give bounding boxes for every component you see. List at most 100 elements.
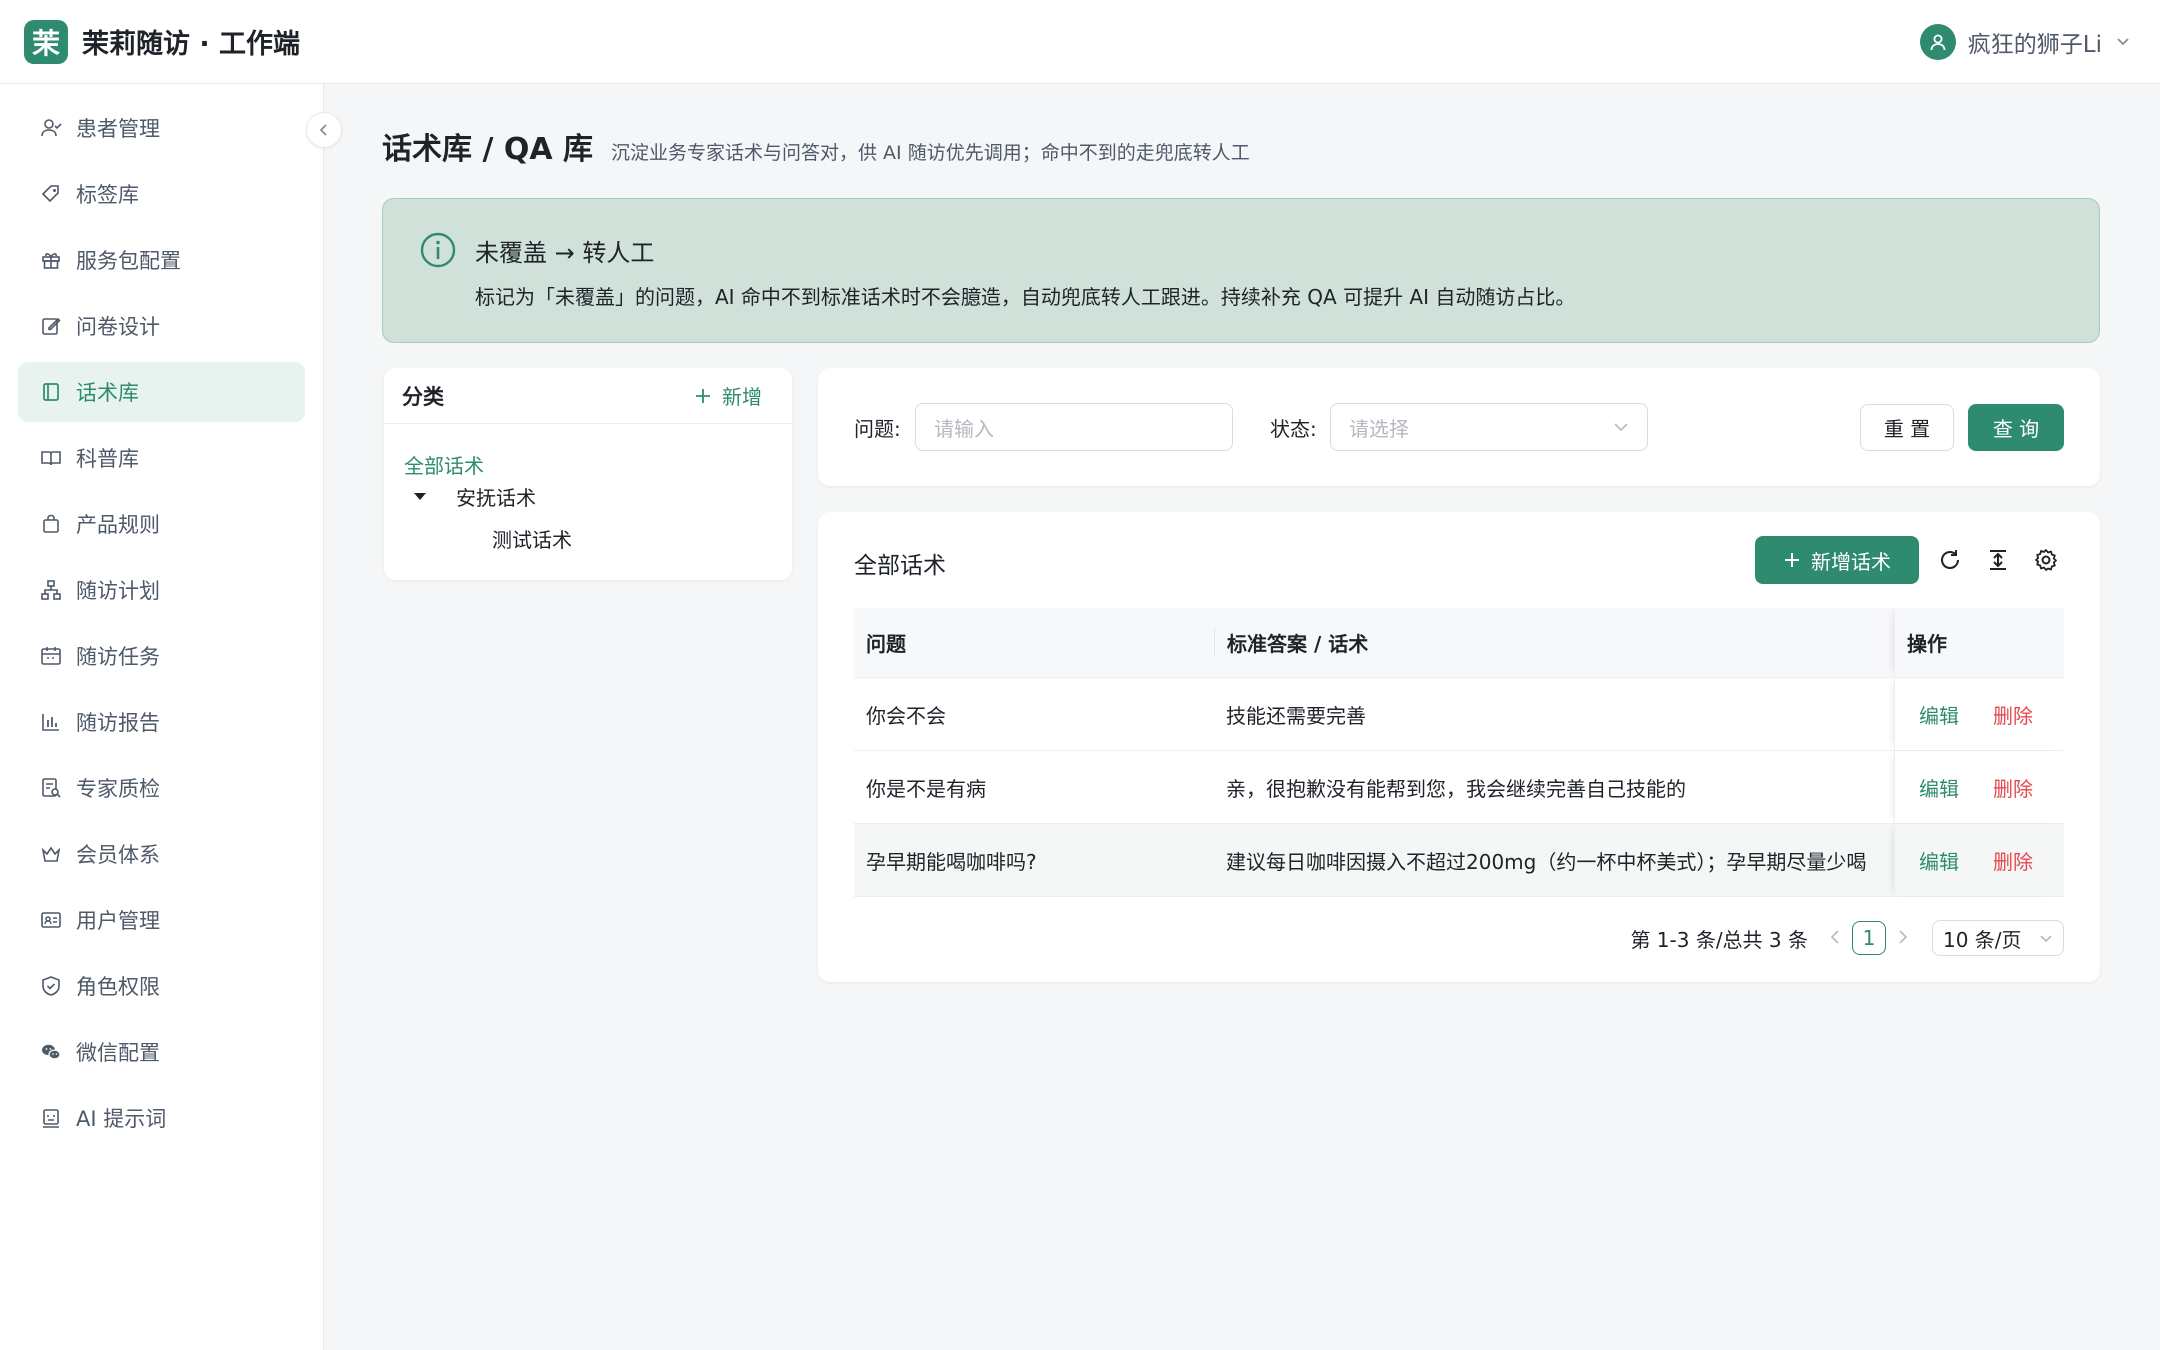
question-placeholder: 请输入	[934, 416, 994, 441]
question-label: 问题:	[854, 417, 901, 441]
add-category-button[interactable]: 新增	[694, 381, 774, 410]
edit-icon	[42, 317, 61, 335]
wechat-icon	[42, 1044, 61, 1060]
sidebar-item-patients[interactable]: 患者管理	[18, 98, 305, 158]
top-header: 茉 茉莉随访 · 工作端 疯狂的狮子Li	[0, 0, 2160, 84]
page-number-current[interactable]: 1	[1852, 921, 1886, 955]
column-header-actions: 操作	[1894, 608, 2064, 677]
open-book-icon	[41, 451, 61, 466]
id-card-icon	[41, 912, 61, 928]
sidebar-item-users[interactable]: 用户管理	[18, 890, 305, 950]
cell-question: 你会不会	[866, 703, 946, 728]
page-size-select[interactable]: 10 条/页	[1932, 920, 2064, 956]
table-row: 孕早期能喝咖啡吗? 建议每日咖啡因摄入不超过200mg（约一杯中杯美式）；孕早期…	[854, 824, 2064, 897]
hierarchy-icon	[41, 580, 61, 600]
user-menu[interactable]: 疯狂的狮子Li	[1919, 0, 2130, 84]
cell-answer: 技能还需要完善	[1226, 703, 1366, 728]
book-icon	[43, 383, 59, 401]
sidebar-item-label: 微信配置	[76, 1041, 160, 1065]
delete-link[interactable]: 删除	[1993, 700, 2033, 729]
cell-question: 你是不是有病	[866, 776, 986, 801]
tree-node-test[interactable]: 测试话术	[492, 524, 572, 553]
sidebar: 患者管理 标签库 服务包配置 问卷设计 话术库 科普库 产品规则 随访计划 随访…	[0, 84, 324, 1350]
cell-actions: 编辑 删除	[1894, 678, 2064, 750]
sidebar-item-label: AI 提示词	[76, 1107, 167, 1131]
bag-icon	[43, 514, 59, 533]
plus-icon	[696, 388, 710, 403]
sidebar-item-followup-plan[interactable]: 随访计划	[18, 560, 305, 620]
crown-icon	[41, 846, 61, 862]
page-header: 话术库 / QA 库 沉淀业务专家话术与问答对，供 AI 随访优先调用；命中不到…	[382, 124, 1250, 168]
column-height-icon[interactable]	[1984, 546, 2012, 574]
status-placeholder: 请选择	[1349, 416, 1409, 441]
reset-button[interactable]: 重 置	[1860, 404, 1954, 451]
status-select[interactable]: 请选择	[1330, 403, 1648, 451]
category-panel: 分类 新增 全部话术 安抚话术 测试话术	[384, 368, 792, 580]
refresh-icon[interactable]	[1936, 546, 1964, 574]
chevron-left-icon	[319, 124, 327, 136]
sidebar-item-science[interactable]: 科普库	[18, 428, 305, 488]
user-avatar-icon	[1919, 24, 1956, 60]
user-name: 疯狂的狮子Li	[1967, 32, 2102, 58]
sidebar-item-followup-task[interactable]: 随访任务	[18, 626, 305, 686]
sidebar-item-ai-prompt[interactable]: AI 提示词	[18, 1088, 305, 1148]
caret-down-icon[interactable]	[414, 493, 426, 500]
edit-link[interactable]: 编辑	[1919, 700, 1959, 729]
chevron-down-icon	[2117, 38, 2129, 46]
settings-gear-icon[interactable]	[2032, 546, 2060, 574]
sidebar-item-questionnaire[interactable]: 问卷设计	[18, 296, 305, 356]
query-button[interactable]: 查 询	[1968, 404, 2064, 451]
gift-icon	[42, 253, 60, 269]
sidebar-item-label: 话术库	[76, 381, 139, 405]
edit-link[interactable]: 编辑	[1919, 846, 1959, 875]
app-logo: 茉	[24, 19, 68, 64]
tree-node-label: 安抚话术	[456, 486, 536, 510]
sidebar-item-label: 随访报告	[76, 711, 160, 735]
column-header-question: 问题	[866, 632, 906, 656]
sidebar-item-label: 产品规则	[76, 513, 160, 537]
add-script-button[interactable]: 新增话术	[1755, 536, 1919, 584]
sidebar-collapse-button[interactable]	[306, 112, 342, 148]
sidebar-item-wechat[interactable]: 微信配置	[18, 1022, 305, 1082]
shield-icon	[42, 976, 60, 996]
prev-page-icon[interactable]	[1830, 926, 1840, 950]
table-title: 全部话术	[854, 553, 946, 579]
delete-link[interactable]: 删除	[1993, 846, 2033, 875]
tag-icon	[41, 185, 59, 203]
column-header-answer: 标准答案 / 话术	[1214, 628, 1894, 657]
cell-actions: 编辑 删除	[1894, 751, 2064, 823]
pagination-summary: 第 1-3 条/总共 3 条	[1630, 927, 1808, 952]
sidebar-item-scripts[interactable]: 话术库	[18, 362, 305, 422]
table-row: 你是不是有病 亲，很抱歉没有能帮到您，我会继续完善自己技能的 编辑 删除	[854, 751, 2064, 824]
sidebar-item-product-rules[interactable]: 产品规则	[18, 494, 305, 554]
sidebar-item-tags[interactable]: 标签库	[18, 164, 305, 224]
robot-icon	[43, 1109, 59, 1128]
add-category-label: 新增	[722, 385, 762, 409]
sidebar-item-label: 患者管理	[76, 117, 160, 141]
page-title: 话术库 / QA 库	[382, 132, 594, 167]
table-row: 你会不会 技能还需要完善 编辑 删除	[854, 678, 2064, 751]
category-title: 分类	[402, 384, 444, 409]
table-header-row: 问题 标准答案 / 话术 操作	[854, 608, 2064, 678]
sidebar-item-roles[interactable]: 角色权限	[18, 956, 305, 1016]
cell-answer: 亲，很抱歉没有能帮到您，我会继续完善自己技能的	[1226, 776, 1686, 801]
sidebar-item-service-package[interactable]: 服务包配置	[18, 230, 305, 290]
filter-panel: 问题: 请输入 状态: 请选择 重 置 查 询	[818, 368, 2100, 486]
delete-link[interactable]: 删除	[1993, 773, 2033, 802]
bar-chart-icon	[42, 714, 59, 731]
sidebar-item-label: 角色权限	[76, 975, 160, 999]
next-page-icon[interactable]	[1898, 926, 1908, 950]
info-icon	[420, 232, 456, 268]
tree-node-all[interactable]: 全部话术	[404, 450, 484, 479]
sidebar-item-membership[interactable]: 会员体系	[18, 824, 305, 884]
plus-icon	[1785, 553, 1799, 567]
tree-node-comfort[interactable]: 安抚话术	[414, 482, 536, 511]
question-input[interactable]: 请输入	[915, 403, 1233, 451]
sidebar-item-label: 问卷设计	[76, 315, 160, 339]
sidebar-item-followup-report[interactable]: 随访报告	[18, 692, 305, 752]
sidebar-item-expert-qc[interactable]: 专家质检	[18, 758, 305, 818]
cell-question: 孕早期能喝咖啡吗?	[866, 849, 1037, 874]
edit-link[interactable]: 编辑	[1919, 773, 1959, 802]
alert-title: 未覆盖 → 转人工	[475, 239, 655, 267]
page-subtitle: 沉淀业务专家话术与问答对，供 AI 随访优先调用；命中不到的走兜底转人工	[611, 142, 1250, 164]
